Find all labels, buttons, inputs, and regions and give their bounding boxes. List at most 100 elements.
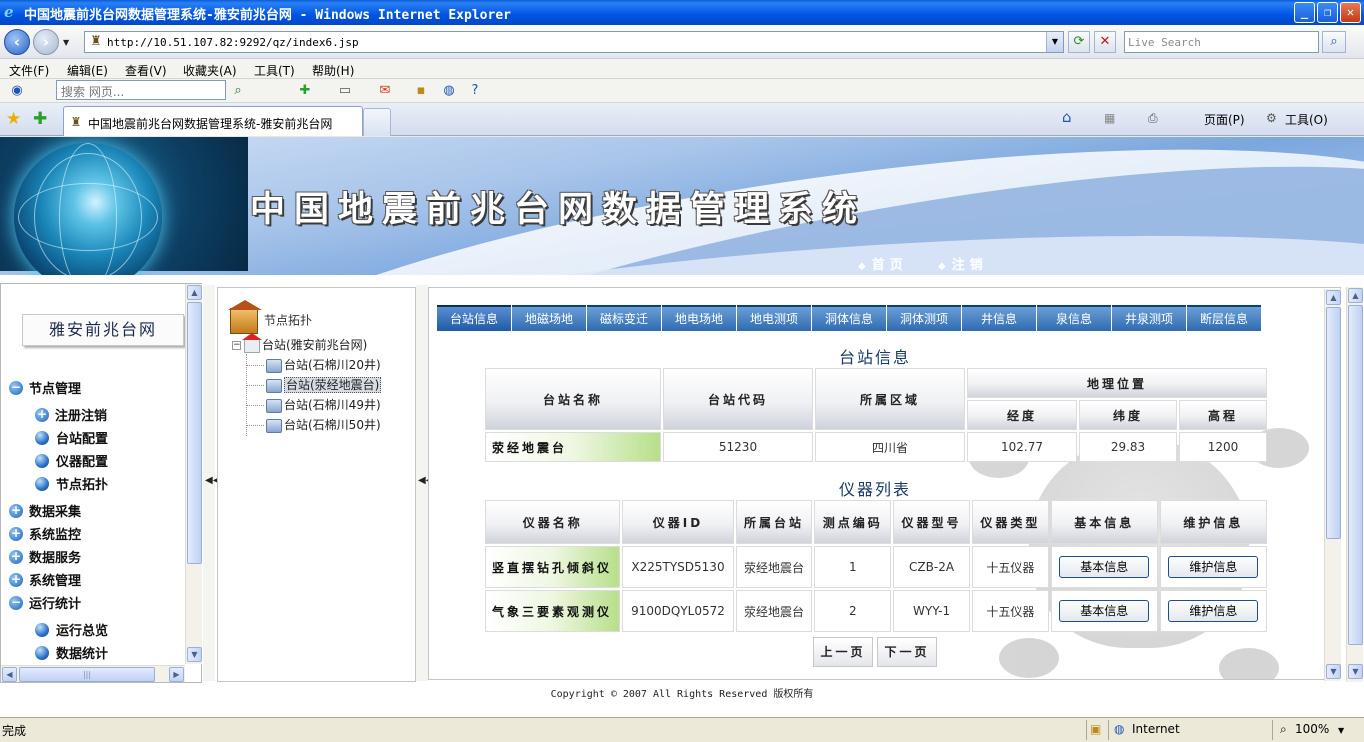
zoom-level[interactable]: 100% <box>1295 722 1329 736</box>
sidebar-vertical-scrollbar[interactable]: ▲ ▼ <box>185 284 202 664</box>
menu-run-statistics[interactable]: − 运行统计 <box>9 593 81 613</box>
scroll-up-icon[interactable]: ▲ <box>1348 288 1363 303</box>
favorites-star-icon[interactable]: ★ <box>6 109 21 129</box>
print-icon[interactable]: ⎙ <box>1148 111 1158 126</box>
tab-cave-info[interactable]: 洞体信息 <box>812 305 886 331</box>
help-icon[interactable]: ? <box>466 82 484 100</box>
nav-home-link[interactable]: ◆ 首页 <box>858 254 908 273</box>
menu-register[interactable]: + 注册注销 <box>35 405 107 425</box>
scrollbar-thumb[interactable]: ||| <box>19 667 155 682</box>
menu-data-collection[interactable]: + 数据采集 <box>9 501 81 521</box>
tab-cave-items[interactable]: 洞体测项 <box>887 305 961 331</box>
basic-info-button[interactable]: 基本信息 <box>1059 600 1150 622</box>
menu-help[interactable]: 帮助(H) <box>312 62 354 79</box>
zoom-icon[interactable]: ⌕ <box>1280 722 1287 737</box>
scroll-down-icon[interactable]: ▼ <box>1326 664 1341 679</box>
scroll-down-icon[interactable]: ▼ <box>187 647 202 662</box>
zoom-dropdown-icon[interactable]: ▼ <box>1338 726 1344 735</box>
sidebar-horizontal-scrollbar[interactable]: ◀ ||| ▶ <box>1 665 185 682</box>
menu-data-statistics[interactable]: 数据统计 <box>35 643 108 663</box>
menu-station-config[interactable]: 台站配置 <box>35 428 108 448</box>
scroll-up-icon[interactable]: ▲ <box>187 285 202 300</box>
tab-geomagnetic-site[interactable]: 地磁场地 <box>512 305 586 331</box>
scroll-left-icon[interactable]: ◀ <box>2 667 17 682</box>
back-button[interactable]: ‹ <box>4 29 30 55</box>
tab-well-spring-items[interactable]: 井泉测项 <box>1112 305 1186 331</box>
menu-system-monitor[interactable]: + 系统监控 <box>9 524 81 544</box>
scrollbar-thumb[interactable] <box>1326 307 1341 539</box>
menu-node-management[interactable]: − 节点管理 <box>9 378 81 398</box>
web-search-input[interactable]: 搜索 网页... <box>56 80 226 100</box>
add-favorites-icon[interactable]: ✚ <box>33 109 47 129</box>
refresh-button[interactable]: ⟳ <box>1068 31 1090 53</box>
maintenance-info-button[interactable]: 维护信息 <box>1168 600 1259 622</box>
tools-menu[interactable]: 工具(O) <box>1285 111 1328 128</box>
messenger-icon[interactable]: ▪ <box>412 82 430 100</box>
tree-node-child[interactable]: 台站(石棉川49井) <box>266 396 381 414</box>
minimize-button[interactable]: _ <box>1294 2 1315 23</box>
menu-view[interactable]: 查看(V) <box>125 62 167 79</box>
menu-system-management[interactable]: + 系统管理 <box>9 570 81 590</box>
new-tab-button[interactable] <box>363 108 391 136</box>
tree-node-child-selected[interactable]: 台站(荥经地震台) <box>266 376 382 394</box>
browser-tab-active[interactable]: ♜ 中国地震前兆台网数据管理系统-雅安前兆台网 <box>63 106 363 136</box>
tab-geoelectric-items[interactable]: 地电测项 <box>737 305 811 331</box>
tab-geoelectric-site[interactable]: 地电场地 <box>662 305 736 331</box>
basic-info-button[interactable]: 基本信息 <box>1059 556 1150 578</box>
popup-blocker-icon[interactable]: ▣ <box>1090 722 1101 736</box>
menu-tools[interactable]: 工具(T) <box>254 62 295 79</box>
menu-instrument-config[interactable]: 仪器配置 <box>35 451 108 471</box>
collapse-tree-icon[interactable]: − <box>232 341 241 350</box>
toolbar-logo-icon[interactable]: ◉ <box>8 82 26 100</box>
tree-collapse-toggle[interactable]: ◀◀ <box>416 285 433 681</box>
nav-logout-link[interactable]: ◆ 注销 <box>938 254 988 273</box>
menu-data-service[interactable]: + 数据服务 <box>9 547 81 567</box>
scroll-right-icon[interactable]: ▶ <box>169 667 184 682</box>
scrollbar-thumb[interactable] <box>187 302 202 564</box>
menu-file[interactable]: 文件(F) <box>9 62 49 79</box>
search-icon[interactable]: ⌕ <box>1322 31 1346 53</box>
mail-icon[interactable]: ✉ <box>376 82 394 100</box>
next-page-button[interactable]: 下一页 <box>877 637 937 667</box>
prev-page-button[interactable]: 上一页 <box>813 637 873 667</box>
scroll-up-icon[interactable]: ▲ <box>1326 290 1341 305</box>
tree-node-child[interactable]: 台站(石棉川50井) <box>266 416 381 434</box>
tree-node-child[interactable]: 台站(石棉川20井) <box>266 356 381 374</box>
gear-icon[interactable]: ⚙ <box>1266 111 1277 125</box>
header-longitude: 经度 <box>967 400 1077 430</box>
header-point-code: 测点编码 <box>814 500 892 544</box>
stop-button[interactable]: ✕ <box>1094 31 1116 53</box>
feeds-icon[interactable]: ▦ <box>1104 111 1115 125</box>
tab-station-info[interactable]: 台站信息 <box>437 305 511 331</box>
menu-favorites[interactable]: 收藏夹(A) <box>183 62 237 79</box>
history-dropdown-icon[interactable]: ▼ <box>63 38 69 47</box>
topology-tree-panel: 节点拓扑 − 台站(雅安前兆台网) 台站(石棉川20井) 台站(荥经地震台) 台站… <box>217 287 416 682</box>
page-menu[interactable]: 页面(P) <box>1204 111 1245 128</box>
forward-button[interactable]: › <box>33 29 59 55</box>
content-vertical-scrollbar[interactable]: ▲ ▼ <box>1324 289 1341 681</box>
restore-button[interactable]: ❐ <box>1317 2 1338 23</box>
tab-magnetic-marker[interactable]: 磁标变迁 <box>587 305 661 331</box>
page-vertical-scrollbar[interactable]: ▲ ▼ <box>1346 287 1363 682</box>
tree-node-parent[interactable]: − 台站(雅安前兆台网) <box>232 332 367 354</box>
add-icon[interactable]: ✚ <box>296 82 314 100</box>
close-button[interactable]: ✕ <box>1340 2 1361 23</box>
scroll-down-icon[interactable]: ▼ <box>1348 664 1363 679</box>
window-title-bar: e 中国地震前兆台网数据管理系统-雅安前兆台网 - Windows Intern… <box>0 0 1364 25</box>
home-icon[interactable]: ⌂ <box>1062 108 1072 126</box>
scrollbar-thumb[interactable] <box>1348 305 1363 645</box>
maintenance-info-button[interactable]: 维护信息 <box>1168 556 1259 578</box>
menu-run-overview[interactable]: 运行总览 <box>35 620 108 640</box>
spaces-icon[interactable]: ◍ <box>440 82 458 100</box>
sidebar-collapse-toggle[interactable]: ◀◀ <box>203 285 220 681</box>
tab-fault-info[interactable]: 断层信息 <box>1187 305 1261 331</box>
url-field[interactable]: ♜ http://10.51.107.82:9292/qz/index6.jsp… <box>84 31 1064 53</box>
window-icon[interactable]: ▭ <box>336 82 354 100</box>
tab-spring-info[interactable]: 泉信息 <box>1037 305 1111 331</box>
search-go-icon[interactable]: ⌕ <box>229 82 247 100</box>
menu-edit[interactable]: 编辑(E) <box>67 62 108 79</box>
live-search-input[interactable]: Live Search <box>1124 31 1319 53</box>
url-dropdown-icon[interactable]: ▼ <box>1046 32 1063 52</box>
tab-well-info[interactable]: 井信息 <box>962 305 1036 331</box>
menu-node-topology[interactable]: 节点拓扑 <box>35 474 108 494</box>
